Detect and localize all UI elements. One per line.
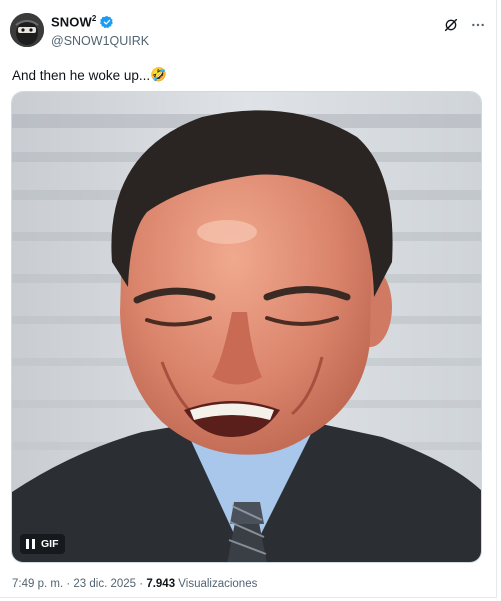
gif-controls[interactable]: GIF (20, 534, 65, 554)
tweet-time[interactable]: 7:49 p. m. (12, 578, 63, 590)
author-handle[interactable]: @SNOW1QUIRK (51, 34, 149, 48)
meta-separator: · (66, 578, 71, 590)
views-count: 7.943 (146, 578, 176, 590)
tweet-text: And then he woke up... 🤣 (12, 67, 167, 83)
verified-badge-icon (100, 15, 114, 29)
tweet-media-gif[interactable] (11, 91, 482, 563)
laughing-emoji: 🤣 (150, 67, 167, 82)
tweet-text-body: And then he woke up... (12, 67, 151, 83)
author-display-name[interactable]: SNOW2 (51, 14, 96, 29)
meta-separator-2: · (139, 578, 144, 590)
avatar[interactable] (10, 13, 44, 47)
tweet-meta: 7:49 p. m. · 23 dic. 2025 · 7.943 Visual… (12, 578, 257, 590)
gif-badge: GIF (41, 538, 59, 550)
grok-icon[interactable] (441, 15, 461, 35)
gif-frame-illustration (12, 92, 481, 562)
tweet-date[interactable]: 23 dic. 2025 (73, 578, 136, 590)
more-options-icon[interactable] (468, 15, 488, 35)
author-name-row[interactable]: SNOW2 (51, 14, 114, 29)
pause-icon[interactable] (26, 539, 35, 549)
views-label: Visualizaciones (178, 578, 258, 590)
